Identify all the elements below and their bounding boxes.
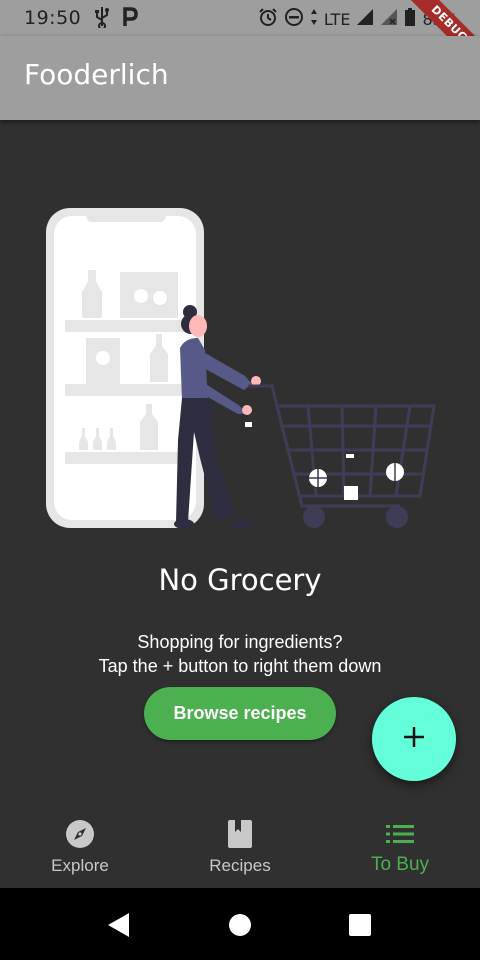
status-time: 19:50 (24, 7, 82, 29)
home-icon[interactable] (228, 913, 252, 941)
recents-icon[interactable] (348, 913, 372, 941)
status-bar: 19:50 LTE 85% DEBUG (0, 0, 480, 78)
add-icon (402, 725, 426, 753)
back-icon[interactable] (107, 912, 131, 942)
empty-state-description: Shopping for ingredients? Tap the + butt… (0, 630, 480, 678)
empty-state-title: No Grocery (158, 563, 322, 597)
nav-label-explore: Explore (51, 856, 109, 875)
parking-icon (122, 6, 138, 32)
usb-icon (94, 6, 110, 32)
description-line-1: Shopping for ingredients? (137, 632, 343, 652)
list-icon (386, 819, 414, 849)
compass-icon (65, 819, 95, 849)
nav-label-to-buy: To Buy (370, 854, 430, 875)
nav-item-explore[interactable]: Explore (0, 808, 160, 888)
battery-icon (404, 7, 416, 31)
nav-item-to-buy[interactable]: To Buy (320, 808, 480, 888)
book-icon (227, 819, 253, 849)
app-bar: Fooderlich (0, 36, 480, 120)
app-title: Fooderlich (24, 58, 169, 91)
alarm-icon (258, 7, 278, 31)
signal-no-data-icon (380, 8, 398, 30)
system-navigation-bar (0, 888, 480, 960)
shopping-cart-illustration (46, 208, 436, 529)
nav-item-recipes[interactable]: Recipes (160, 808, 320, 888)
do-not-disturb-icon (284, 7, 304, 31)
empty-grocery-illustration (40, 200, 440, 540)
browse-recipes-button[interactable]: Browse recipes (144, 687, 336, 740)
description-line-2: Tap the + button to right them down (98, 656, 382, 676)
network-type: LTE (323, 9, 351, 29)
data-arrows-icon (310, 8, 318, 30)
signal-icon (356, 8, 374, 30)
bottom-navigation: Explore Recipes To Buy (0, 808, 480, 888)
nav-label-recipes: Recipes (209, 856, 271, 875)
add-item-fab[interactable] (372, 697, 456, 781)
